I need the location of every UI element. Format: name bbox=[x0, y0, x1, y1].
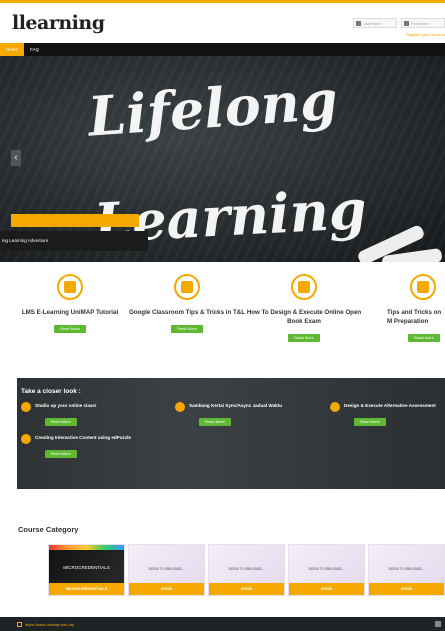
category-label[interactable]: MICROCREDENTIALS bbox=[49, 583, 124, 595]
category-card[interactable]: SOON TO RELEASE... SOON bbox=[128, 544, 205, 596]
course-category-heading: Course Category bbox=[18, 525, 79, 534]
site-logo[interactable]: llearning bbox=[12, 12, 105, 34]
feature-title: Google Classroom Tips & Tricks in T&L bbox=[128, 309, 246, 316]
read-more-button[interactable]: Read More bbox=[408, 334, 440, 342]
register-link[interactable]: Register your account bbox=[406, 32, 445, 37]
read-more-button[interactable]: Read More bbox=[288, 334, 320, 342]
clipboard-icon bbox=[174, 274, 200, 300]
sliders-icon bbox=[291, 274, 317, 300]
feature-title: How To Design & Execute Online Open Book… bbox=[246, 309, 362, 325]
scroll-top-icon[interactable] bbox=[435, 621, 441, 627]
read-more-button[interactable]: Read More bbox=[199, 418, 231, 426]
category-image-text: SOON TO RELEASE... bbox=[228, 567, 265, 571]
password-placeholder: Password bbox=[411, 20, 429, 26]
link-icon bbox=[17, 621, 22, 627]
main-nav: Home FAQ bbox=[0, 43, 445, 56]
bullet-icon bbox=[21, 434, 31, 444]
username-field[interactable]: Username bbox=[353, 18, 397, 28]
read-more-button[interactable]: Read More bbox=[45, 450, 77, 458]
login-form: Username Password bbox=[353, 18, 445, 28]
category-image: MICROCREDENTIALS bbox=[49, 545, 124, 585]
category-image: SOON TO RELEASE... bbox=[289, 545, 364, 585]
read-more-button[interactable]: Read More bbox=[54, 325, 86, 333]
bullet-icon bbox=[330, 402, 340, 412]
feature-tile: Tips and Tricks on M Preparation Read Mo… bbox=[362, 274, 445, 344]
closer-look-text[interactable]: Design & Execute Alternative Assessment bbox=[344, 402, 436, 409]
footer-url[interactable]: https://www.unimap.edu.my bbox=[25, 622, 74, 627]
closer-look-text[interactable]: Studio up your online class! bbox=[35, 402, 97, 409]
read-more-button[interactable]: Read More bbox=[45, 418, 77, 426]
category-image: SOON TO RELEASE... bbox=[209, 545, 284, 585]
category-card[interactable]: SOON TO RELEASE... SOON bbox=[288, 544, 365, 596]
category-image: SOON TO RELEASE... bbox=[369, 545, 444, 585]
feature-title: Tips and Tricks on M Preparation bbox=[387, 309, 442, 325]
closer-look-item: Design & Execute Alternative Assessment … bbox=[330, 402, 445, 428]
nav-tab-faq[interactable]: FAQ bbox=[24, 43, 45, 56]
closer-look-item: Studio up your online class! Read More bbox=[21, 402, 171, 428]
category-card[interactable]: SOON TO RELEASE... SOON bbox=[208, 544, 285, 596]
document-icon bbox=[57, 274, 83, 300]
hero-slider: Lifelong Learning ‹ ing Learning Adventu… bbox=[0, 56, 445, 262]
read-more-button[interactable]: Read More bbox=[171, 325, 203, 333]
closer-look-item: Creating Interactive Content using edPuz… bbox=[21, 434, 191, 460]
category-image-text: SOON TO RELEASE... bbox=[388, 567, 425, 571]
category-image-text: SOON TO RELEASE... bbox=[148, 567, 185, 571]
category-label[interactable]: SOON bbox=[129, 583, 204, 595]
closer-look-item: Sambang Kertai Sync/Async Jadual Waktu R… bbox=[175, 402, 325, 428]
bullet-icon bbox=[21, 402, 31, 412]
site-header: llearning Username Password Register you… bbox=[0, 3, 445, 43]
category-image: SOON TO RELEASE... bbox=[129, 545, 204, 585]
caption-accent-bar bbox=[11, 214, 139, 227]
bullet-icon bbox=[175, 402, 185, 412]
username-placeholder: Username bbox=[363, 20, 382, 26]
category-image-text: SOON TO RELEASE... bbox=[308, 567, 345, 571]
slide-caption: ing Learning Adventure bbox=[0, 231, 148, 251]
feature-tiles: LMS E-Learning UniMAP Tutorial Read More… bbox=[0, 262, 445, 378]
category-card[interactable]: SOON TO RELEASE... SOON bbox=[368, 544, 445, 596]
lock-icon bbox=[404, 20, 409, 26]
site-footer: https://www.unimap.edu.my bbox=[0, 617, 445, 631]
nav-tab-home[interactable]: Home bbox=[0, 43, 25, 56]
closer-look-heading: Take a closer look : bbox=[21, 388, 81, 395]
user-icon bbox=[356, 20, 361, 26]
category-image-text: MICROCREDENTIALS bbox=[63, 565, 110, 570]
course-category-carousel: MICROCREDENTIALS MICROCREDENTIALS SOON T… bbox=[48, 544, 445, 596]
closer-look-text[interactable]: Sambang Kertai Sync/Async Jadual Waktu bbox=[189, 402, 282, 409]
feature-tile: How To Design & Execute Online Open Book… bbox=[244, 274, 364, 344]
category-label[interactable]: SOON bbox=[209, 583, 284, 595]
slider-prev-button[interactable]: ‹ bbox=[11, 150, 21, 166]
category-label[interactable]: SOON bbox=[289, 583, 364, 595]
closer-look-text[interactable]: Creating Interactive Content using edPuz… bbox=[35, 434, 131, 441]
feature-title: LMS E-Learning UniMAP Tutorial bbox=[21, 309, 119, 316]
closer-look-section: Take a closer look : Studio up your onli… bbox=[17, 378, 445, 489]
category-label[interactable]: SOON bbox=[369, 583, 444, 595]
feature-tile: Google Classroom Tips & Tricks in T&L Re… bbox=[127, 274, 247, 335]
category-card[interactable]: MICROCREDENTIALS MICROCREDENTIALS bbox=[48, 544, 125, 596]
flag-icon bbox=[410, 274, 436, 300]
read-more-button[interactable]: Read More bbox=[354, 418, 386, 426]
feature-tile: LMS E-Learning UniMAP Tutorial Read More bbox=[10, 274, 130, 335]
password-field[interactable]: Password bbox=[401, 18, 445, 28]
